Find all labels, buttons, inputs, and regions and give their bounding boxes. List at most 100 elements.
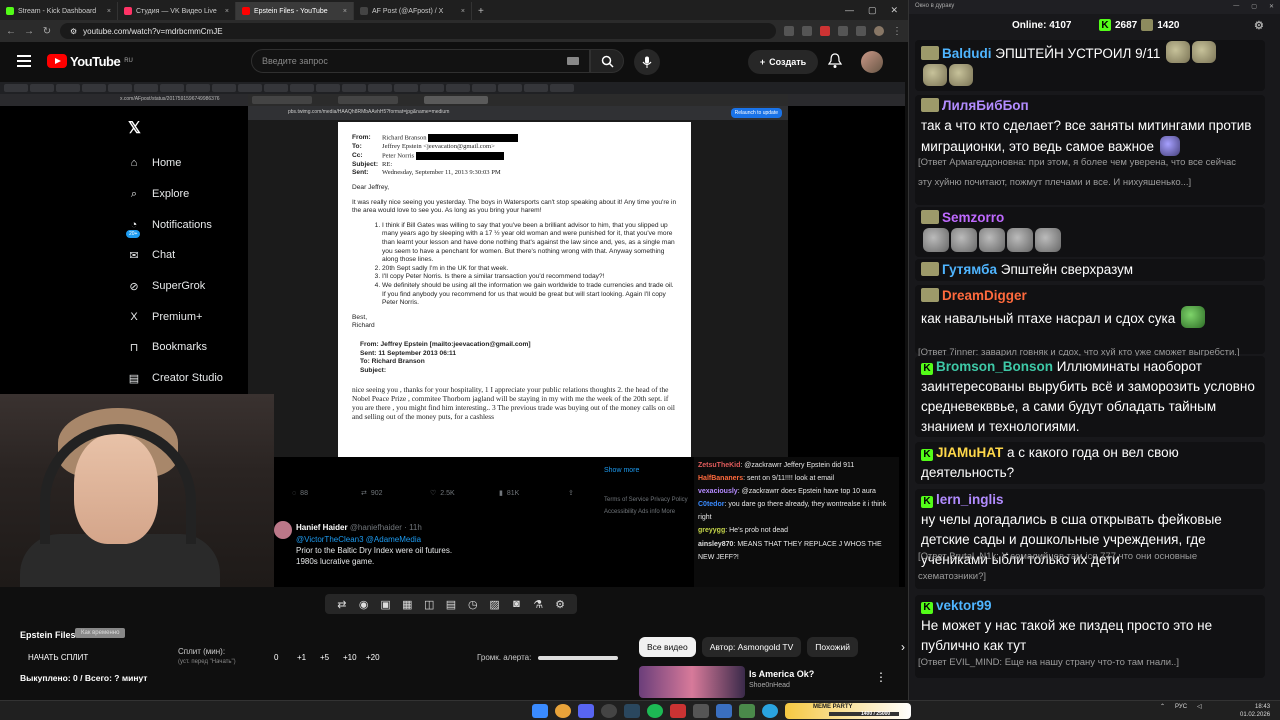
download-icon[interactable] — [856, 26, 866, 36]
spotify-icon[interactable] — [647, 704, 663, 718]
app-icon[interactable] — [739, 704, 755, 718]
chip-all-videos[interactable]: Все видео — [639, 637, 696, 657]
menu-icon[interactable] — [17, 52, 31, 70]
tab-vk-studio[interactable]: Студия — VK Видео Live × — [118, 2, 236, 20]
cc-value: Peter Norris — [382, 152, 415, 160]
app-icon[interactable] — [693, 704, 709, 718]
windows-start-icon[interactable] — [532, 704, 548, 718]
chip-similar[interactable]: Похожий — [807, 637, 858, 657]
reload-icon[interactable]: ↻ — [42, 26, 52, 37]
kick-favicon — [6, 7, 14, 15]
new-tab-button[interactable]: + — [472, 2, 490, 20]
site-info-icon[interactable]: ⚙ — [70, 27, 77, 36]
back-icon[interactable]: ← — [6, 26, 16, 37]
minimize-icon[interactable]: — — [845, 5, 854, 15]
tab-x-afpost[interactable]: AF Post (@AFpost) / X × — [354, 2, 472, 20]
tab-title: Студия — VK Видео Live — [136, 7, 217, 15]
extension-icon[interactable] — [838, 26, 848, 36]
steam-icon[interactable] — [624, 704, 640, 718]
extension-icon[interactable] — [784, 26, 794, 36]
chat-user: lern_inglis — [936, 492, 1004, 507]
recommended-video[interactable]: Is America Ok? Shoe0nHead ⋮ — [639, 666, 905, 698]
screenshot-icon[interactable]: ▣ — [379, 598, 393, 611]
chevron-right-icon[interactable]: › — [901, 640, 905, 654]
gear-icon[interactable]: ⚙ — [553, 598, 567, 611]
recommended-channel[interactable]: Shoe0nHead — [749, 682, 790, 689]
profile-icon[interactable] — [874, 26, 884, 36]
url-text: youtube.com/watch?v=mdrbcmmCmJE — [83, 26, 223, 36]
audio-icon[interactable]: ◉ — [357, 598, 371, 611]
close-tab-icon[interactable]: × — [225, 8, 229, 15]
kick-badge-icon: K — [921, 602, 933, 614]
split-option[interactable]: 0 — [274, 653, 297, 662]
discord-icon[interactable] — [578, 704, 594, 718]
tab-kick-dashboard[interactable]: Stream - Kick Dashboard × — [0, 2, 118, 20]
split-panel: Epstein Files Как временно НАЧАТЬ СПЛИТ … — [0, 620, 636, 700]
app-icon[interactable] — [716, 704, 732, 718]
volume-icon[interactable]: ◁ — [1197, 703, 1202, 710]
start-split-button[interactable]: НАЧАТЬ СПЛИТ — [28, 653, 88, 662]
chrome-icon[interactable] — [555, 704, 571, 718]
keyboard-icon[interactable] — [567, 57, 579, 65]
video-player[interactable]: x.com/AFpost/status/2017591596749986376 … — [0, 82, 905, 587]
create-button[interactable]: + Создать — [748, 50, 818, 74]
bookmark-icon: ⊓ — [129, 341, 139, 354]
close-tab-icon[interactable]: × — [343, 8, 347, 15]
to-value: Jeffrey Epstein <jeevacation@gmail.com> — [382, 143, 495, 151]
minimize-icon[interactable]: — — [1233, 3, 1239, 11]
split-option[interactable]: +1 — [297, 653, 320, 662]
gear-icon[interactable]: ⚙ — [1254, 19, 1264, 32]
forward-icon[interactable]: → — [24, 26, 34, 37]
x-nav-label: Home — [152, 157, 182, 170]
telegram-icon[interactable] — [762, 704, 778, 718]
split-option[interactable]: +20 — [366, 653, 389, 662]
search-input[interactable]: Введите запрос — [251, 49, 590, 73]
cinema-icon[interactable]: ▤ — [444, 598, 458, 611]
close-tab-icon[interactable]: × — [461, 8, 465, 15]
menu-icon[interactable]: ⋮ — [892, 26, 902, 37]
video-thumbnail[interactable] — [639, 666, 745, 698]
search-button[interactable] — [590, 49, 624, 73]
language-indicator[interactable]: РУС — [1175, 704, 1187, 710]
maximize-icon[interactable]: ▢ — [868, 5, 877, 16]
close-tab-icon[interactable]: × — [107, 8, 111, 15]
alert-volume-slider[interactable] — [538, 656, 618, 660]
chat-text: sent on 9/11!!!! look at email — [747, 475, 835, 483]
split-option[interactable]: +10 — [343, 653, 366, 662]
speed-icon[interactable]: ◷ — [466, 598, 480, 611]
chat-user: Bromson_Bonson — [936, 359, 1054, 374]
x-nav-label: Notifications — [152, 218, 212, 231]
close-window-icon[interactable]: ✕ — [890, 5, 898, 16]
x-nav-chat: ✉ Chat — [128, 240, 223, 271]
camera-icon[interactable]: ◙ — [509, 598, 523, 610]
recommended-title[interactable]: Is America Ok? — [749, 669, 814, 679]
voice-search-button[interactable] — [634, 49, 660, 75]
x-nav-home: ⌂ Home — [128, 148, 223, 179]
extension-icon[interactable] — [820, 26, 830, 36]
clock[interactable]: 18:43 01.02.2026 — [1240, 703, 1270, 719]
obs-icon[interactable] — [601, 704, 617, 718]
flask-icon[interactable]: ⚗ — [531, 598, 545, 611]
notifications-bell-icon[interactable] — [827, 53, 843, 74]
youtube-logo[interactable]: YouTube RU — [47, 54, 133, 69]
meme-party-widget[interactable]: MEME PARTY 1400 / 25000 — [785, 703, 911, 719]
chip-author[interactable]: Автор: Asmongold TV — [701, 637, 802, 657]
filter-icon[interactable]: ▨ — [488, 598, 502, 611]
search-placeholder: Введите запрос — [262, 56, 328, 66]
clip-icon[interactable]: ▦ — [400, 598, 414, 611]
tab-youtube[interactable]: Epstein Files - YouTube × — [236, 2, 354, 20]
chevron-up-icon[interactable]: ⌃ — [1160, 703, 1165, 710]
account-avatar[interactable] — [861, 51, 883, 73]
app-icon[interactable] — [670, 704, 686, 718]
url-field[interactable]: ⚙ youtube.com/watch?v=mdrbcmmCmJE — [60, 23, 776, 39]
pip-icon[interactable]: ◫ — [422, 598, 436, 611]
clock-time: 18:43 — [1255, 704, 1271, 710]
more-options-icon[interactable]: ⋮ — [875, 670, 887, 684]
maximize-icon[interactable]: ▢ — [1251, 3, 1257, 11]
emote-icon — [949, 64, 973, 86]
extension-icon[interactable] — [802, 26, 812, 36]
close-window-icon[interactable]: ✕ — [1269, 3, 1274, 11]
loop-icon[interactable]: ⇄ — [335, 598, 349, 611]
split-option[interactable]: +5 — [320, 653, 343, 662]
online-value: 4107 — [1049, 19, 1072, 31]
